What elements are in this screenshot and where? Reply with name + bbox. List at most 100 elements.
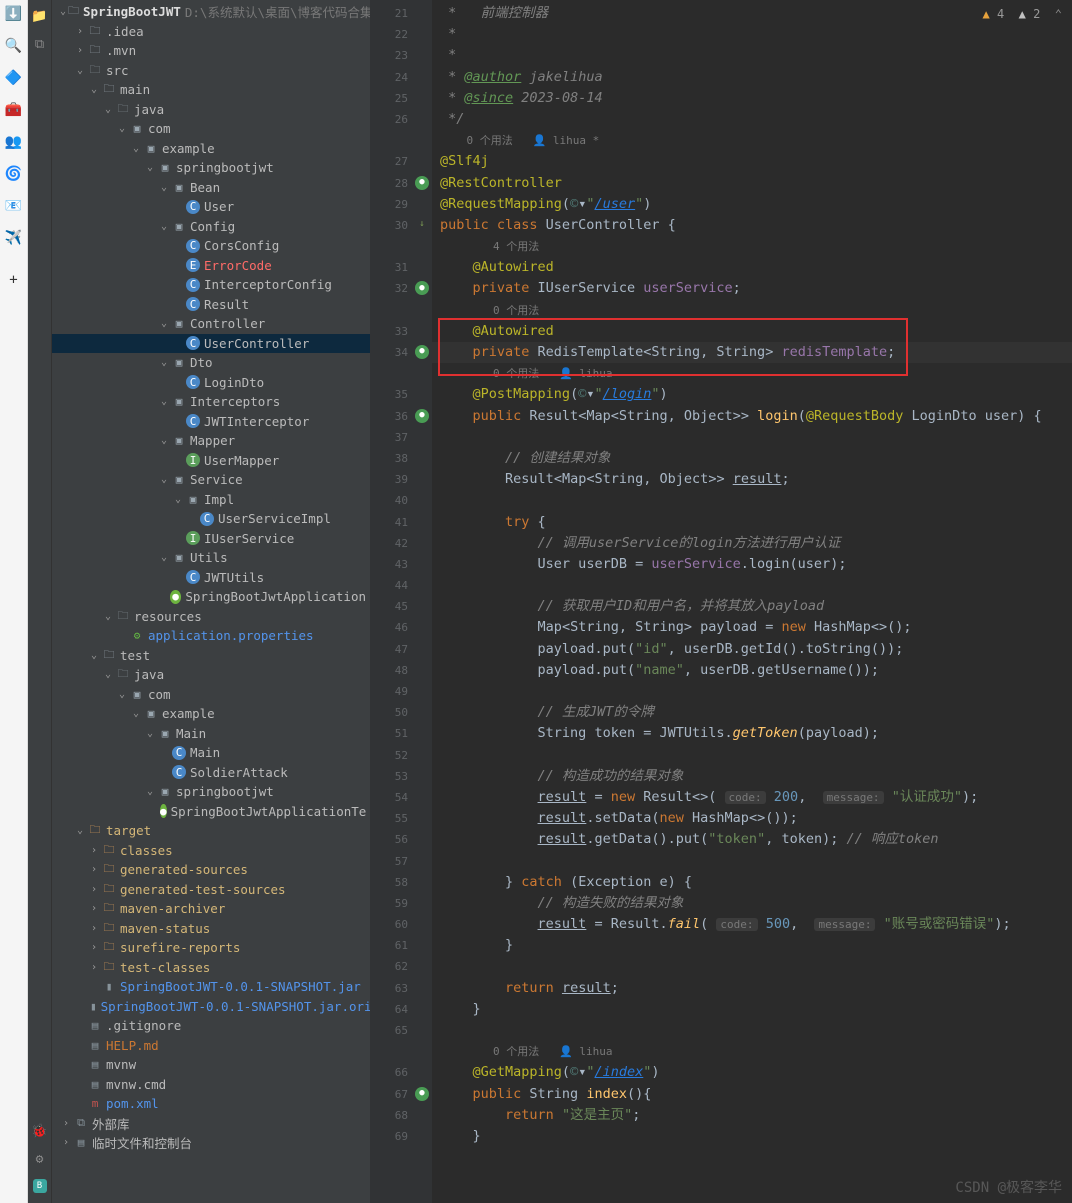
gutter-marker-icon[interactable]: ● [415, 345, 429, 359]
code-line[interactable]: @Autowired [432, 321, 1072, 342]
gutter-marker-icon[interactable]: ● [415, 1087, 429, 1101]
tree-item-UserMapper[interactable]: IUserMapper [52, 451, 370, 471]
usage-hint[interactable]: 4 个用法 [432, 236, 1072, 257]
code-line[interactable]: public String index(){ [432, 1084, 1072, 1105]
tree-item-resources[interactable]: ⌄🗀resources [52, 607, 370, 627]
chevron-icon[interactable]: ⌄ [102, 611, 114, 622]
code-line[interactable] [432, 851, 1072, 872]
chevron-icon[interactable]: ⌄ [158, 182, 170, 193]
code-line[interactable] [432, 575, 1072, 596]
people-icon[interactable]: 👥 [5, 133, 23, 151]
code-line[interactable]: @RequestMapping(©▾"/user") [432, 194, 1072, 215]
telegram-icon[interactable]: ✈️ [5, 229, 23, 247]
tree-item-UserServiceImpl[interactable]: CUserServiceImpl [52, 509, 370, 529]
tree-item-User[interactable]: CUser [52, 197, 370, 217]
tree-item-maven-status[interactable]: ›🗀maven-status [52, 919, 370, 939]
tree-item-UserController[interactable]: CUserController [52, 334, 370, 354]
code-line[interactable]: // 生成JWT的令牌 [432, 702, 1072, 723]
code-line[interactable]: payload.put("id", userDB.getId().toStrin… [432, 639, 1072, 660]
tree-item-.gitignore[interactable]: ▤.gitignore [52, 1016, 370, 1036]
code-line[interactable]: // 构造失败的结果对象 [432, 893, 1072, 914]
tree-item-springbootjwt[interactable]: ⌄▣springbootjwt [52, 782, 370, 802]
code-line[interactable]: return "这是主页"; [432, 1105, 1072, 1126]
tree-item-LoginDto[interactable]: CLoginDto [52, 373, 370, 393]
code-line[interactable]: } [432, 1126, 1072, 1147]
usage-hint[interactable]: 0 个用法 👤 lihua [432, 1041, 1072, 1062]
tree-item-mvnw[interactable]: ▤mvnw [52, 1055, 370, 1075]
tree-item-main[interactable]: ⌄🗀main [52, 80, 370, 100]
code-line[interactable]: private IUserService userService; [432, 278, 1072, 299]
tree-item-HELP.md[interactable]: ▤HELP.md [52, 1036, 370, 1056]
tree-item-java[interactable]: ⌄🗀java [52, 665, 370, 685]
tree-item-target[interactable]: ⌄🗀target [52, 821, 370, 841]
code-line[interactable] [432, 490, 1072, 511]
code-line[interactable]: * 前端控制器 [432, 3, 1072, 24]
tree-item-SpringBootJwtApplication[interactable]: ●SpringBootJwtApplication [52, 587, 370, 607]
mail-icon[interactable]: 📧 [5, 197, 23, 215]
code-line[interactable]: String token = JWTUtils.getToken(payload… [432, 723, 1072, 744]
tree-item-Main[interactable]: ⌄▣Main [52, 724, 370, 744]
tree-item-com[interactable]: ⌄▣com [52, 685, 370, 705]
code-line[interactable]: } [432, 935, 1072, 956]
chevron-icon[interactable]: › [60, 1137, 72, 1148]
usage-hint[interactable]: 0 个用法 👤 lihua * [432, 130, 1072, 151]
code-line[interactable]: @RestController [432, 173, 1072, 194]
chevron-icon[interactable]: ⌄ [130, 143, 142, 154]
chevron-icon[interactable]: › [88, 864, 100, 875]
code-line[interactable]: // 创建结果对象 [432, 448, 1072, 469]
tree-item-外部库[interactable]: ›⧉外部库 [52, 1114, 370, 1134]
chevron-icon[interactable]: ⌄ [88, 84, 100, 95]
code-line[interactable]: result.setData(new HashMap<>()); [432, 808, 1072, 829]
chevron-icon[interactable]: › [88, 884, 100, 895]
usage-hint[interactable]: 0 个用法 [432, 300, 1072, 321]
chevron-icon[interactable]: ⌄ [60, 6, 66, 17]
tree-item-src[interactable]: ⌄🗀src [52, 61, 370, 81]
chevron-icon[interactable]: ⌄ [74, 825, 86, 836]
code-line[interactable]: */ [432, 109, 1072, 130]
chevron-icon[interactable]: › [88, 923, 100, 934]
chevron-icon[interactable]: ⌄ [102, 104, 114, 115]
code-line[interactable]: } [432, 999, 1072, 1020]
tree-item-example[interactable]: ⌄▣example [52, 139, 370, 159]
tree-item-SoldierAttack[interactable]: CSoldierAttack [52, 763, 370, 783]
tree-item-Utils[interactable]: ⌄▣Utils [52, 548, 370, 568]
usage-hint[interactable]: 0 个用法 👤 lihua [432, 363, 1072, 384]
tree-item-.idea[interactable]: ›🗀.idea [52, 22, 370, 42]
inspection-indicator[interactable]: ▲ 4 ▲ 2 ⌃ [982, 4, 1062, 25]
tree-item-springbootjwt[interactable]: ⌄▣springbootjwt [52, 158, 370, 178]
code-line[interactable]: // 调用userService的login方法进行用户认证 [432, 533, 1072, 554]
tree-item-test-classes[interactable]: ›🗀test-classes [52, 958, 370, 978]
tree-item-pom.xml[interactable]: mpom.xml [52, 1094, 370, 1114]
code-line[interactable]: // 构造成功的结果对象 [432, 766, 1072, 787]
chevron-icon[interactable]: › [88, 942, 100, 953]
code-line[interactable]: return result; [432, 978, 1072, 999]
chevron-icon[interactable]: › [88, 845, 100, 856]
gutter-marker-icon[interactable]: ● [415, 281, 429, 295]
code-line[interactable]: * [432, 45, 1072, 66]
gutter-marker-icon[interactable]: ● [415, 409, 429, 423]
code-line[interactable]: result.getData().put("token", token); //… [432, 829, 1072, 850]
tree-item-surefire-reports[interactable]: ›🗀surefire-reports [52, 938, 370, 958]
settings-icon[interactable]: ⚙ [32, 1151, 48, 1167]
chevron-icon[interactable]: ⌄ [144, 786, 156, 797]
chevron-icon[interactable]: ⌄ [158, 396, 170, 407]
tree-item-classes[interactable]: ›🗀classes [52, 841, 370, 861]
chevron-icon[interactable]: › [74, 26, 86, 37]
chevron-icon[interactable]: ⌄ [144, 728, 156, 739]
project-icon[interactable]: 📁 [32, 8, 48, 24]
tree-item-application.properties[interactable]: ⚙application.properties [52, 626, 370, 646]
chevron-icon[interactable]: › [60, 1118, 72, 1129]
project-tree[interactable]: ⌄🗀SpringBootJWTD:\系统默认\桌面\博客代码合集\j›🗀.ide… [52, 0, 370, 1203]
code-line[interactable] [432, 427, 1072, 448]
code-line[interactable]: * @author jakelihua [432, 67, 1072, 88]
search-icon[interactable]: 🔍 [5, 37, 23, 55]
chevron-icon[interactable]: ⌄ [74, 65, 86, 76]
code-line[interactable]: public Result<Map<String, Object>> login… [432, 406, 1072, 427]
tree-item-maven-archiver[interactable]: ›🗀maven-archiver [52, 899, 370, 919]
chevron-icon[interactable]: ⌄ [158, 357, 170, 368]
chevron-icon[interactable]: › [88, 903, 100, 914]
code-line[interactable]: private RedisTemplate<String, String> re… [432, 342, 1072, 363]
debug-icon[interactable]: 🐞 [32, 1123, 48, 1139]
chevron-icon[interactable]: ⌄ [116, 123, 128, 134]
tree-item-SpringBootJWT-0.0.1-SNAPSHOT.jar.origin[interactable]: ▮SpringBootJWT-0.0.1-SNAPSHOT.jar.origin [52, 997, 370, 1017]
